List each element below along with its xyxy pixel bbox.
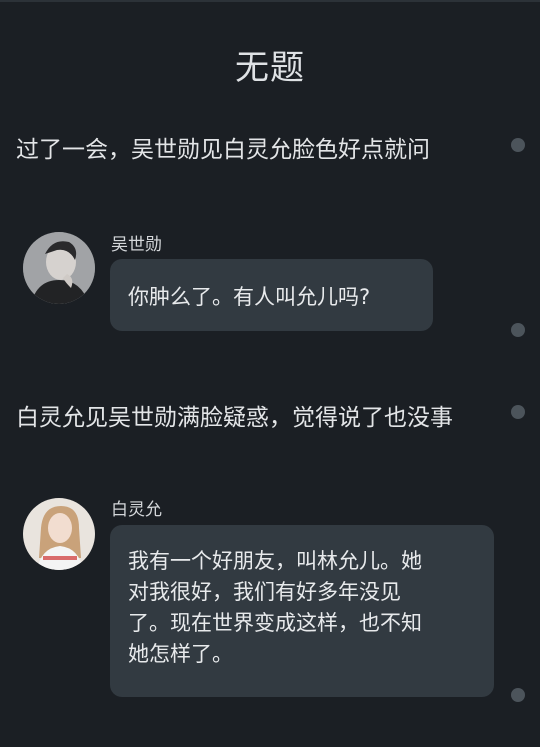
speaker-name: 白灵允 — [111, 500, 162, 520]
narration-text[interactable]: 白灵允见吴世勋满脸疑惑，觉得说了也没事 — [16, 398, 453, 432]
message-dot[interactable] — [511, 688, 525, 702]
top-divider — [0, 0, 540, 2]
male-avatar-icon[interactable] — [23, 232, 95, 304]
page-title: 无题 — [235, 48, 305, 88]
message-text: 你肿么了。有人叫允儿吗? — [128, 285, 371, 309]
message-line: 我有一个好朋友，叫林允儿。她 — [128, 549, 422, 573]
message-bubble[interactable]: 我有一个好朋友，叫林允儿。她 对我很好，我们有好多年没见 了。现在世界变成这样，… — [110, 525, 494, 697]
narration-dot[interactable] — [511, 405, 525, 419]
message-dot[interactable] — [511, 323, 525, 337]
narration-dot[interactable] — [511, 138, 525, 152]
message-bubble[interactable]: 你肿么了。有人叫允儿吗? — [110, 259, 433, 331]
narration-text[interactable]: 过了一会，吴世勋见白灵允脸色好点就问 — [16, 130, 430, 164]
message-line: 了。现在世界变成这样，也不知 — [128, 611, 422, 635]
message-line: 对我很好，我们有好多年没见 — [128, 580, 401, 604]
message-line: 她怎样了。 — [128, 642, 233, 666]
speaker-name: 吴世勋 — [111, 235, 162, 255]
female-avatar-icon[interactable] — [23, 498, 95, 570]
